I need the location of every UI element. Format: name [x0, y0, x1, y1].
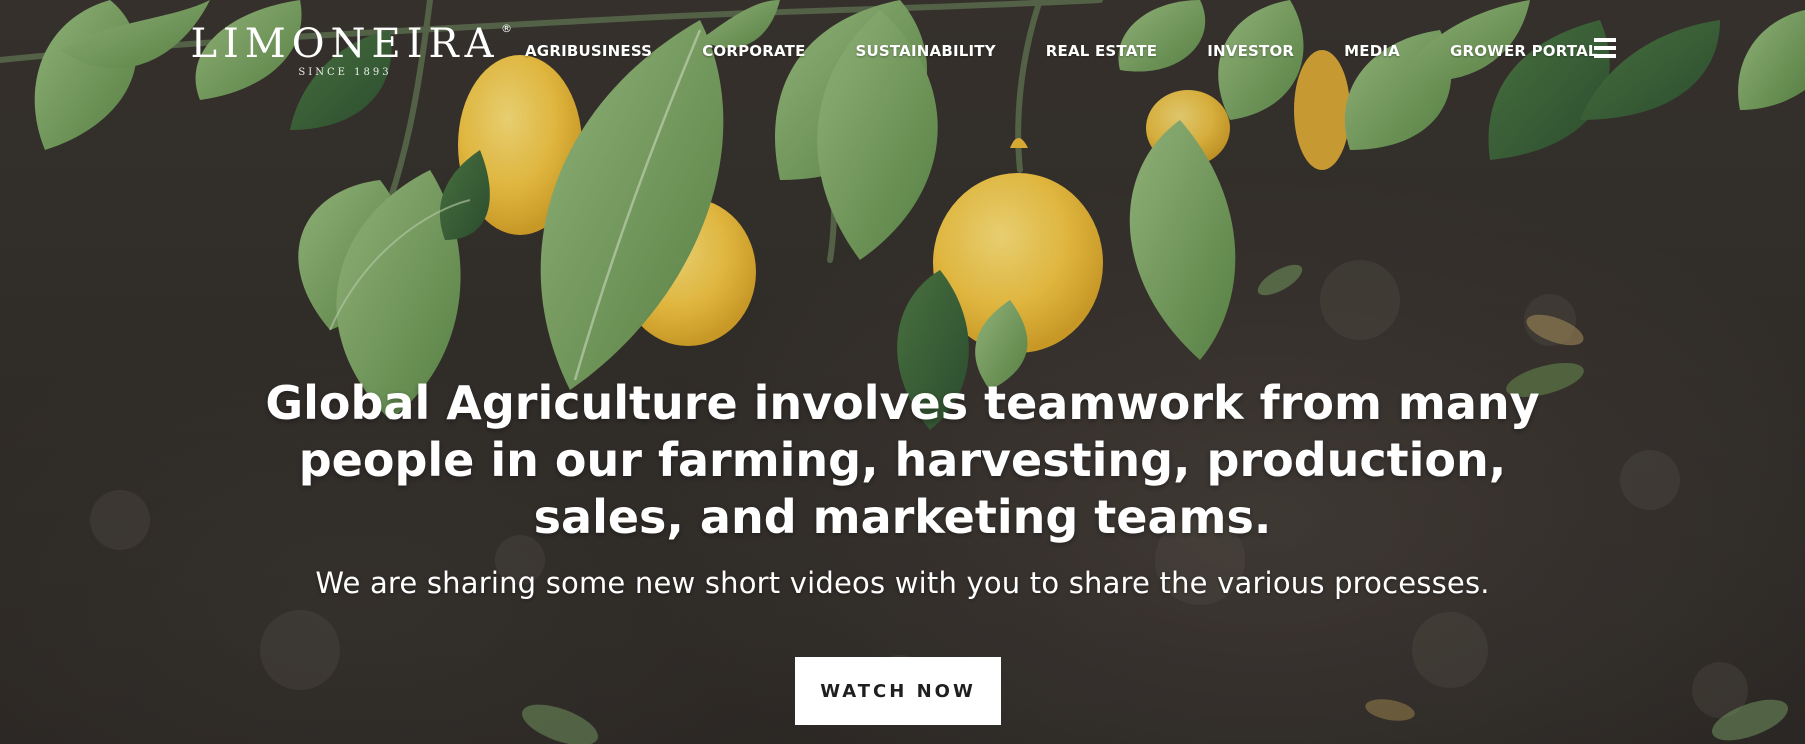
nav-item-grower-portal[interactable]: GROWER PORTAL — [1450, 42, 1598, 60]
nav-item-real-estate[interactable]: REAL ESTATE — [1046, 42, 1157, 60]
nav-item-investor[interactable]: INVESTOR — [1207, 42, 1294, 60]
menu-bar — [1594, 38, 1616, 42]
logo-since-text: SINCE 1893 — [298, 67, 392, 78]
menu-bar — [1594, 54, 1616, 58]
watch-now-button[interactable]: WATCH NOW — [795, 657, 1001, 725]
registered-trademark: ® — [501, 22, 512, 35]
hamburger-menu-icon[interactable] — [1594, 38, 1618, 60]
hero-headline: Global Agriculture involves teamwork fro… — [265, 376, 1540, 544]
hero-background-image — [0, 0, 1805, 744]
hero-section: LIMONEIRA ® SINCE 1893 AGRIBUSINESS CORP… — [0, 0, 1805, 744]
nav-item-corporate[interactable]: CORPORATE — [702, 42, 805, 60]
nav-item-agribusiness[interactable]: AGRIBUSINESS — [525, 42, 652, 60]
site-header: LIMONEIRA ® SINCE 1893 AGRIBUSINESS CORP… — [0, 0, 1805, 100]
limoneira-logo[interactable]: LIMONEIRA ® SINCE 1893 — [180, 21, 512, 82]
logo-wordmark: LIMONEIRA — [190, 21, 500, 67]
hero-content: Global Agriculture involves teamwork fro… — [0, 375, 1805, 600]
main-nav: AGRIBUSINESS CORPORATE SUSTAINABILITY RE… — [525, 38, 1598, 64]
nav-item-sustainability[interactable]: SUSTAINABILITY — [856, 42, 996, 60]
hero-subheadline: We are sharing some new short videos wit… — [315, 566, 1490, 600]
menu-bar — [1594, 46, 1616, 50]
nav-item-media[interactable]: MEDIA — [1344, 42, 1400, 60]
